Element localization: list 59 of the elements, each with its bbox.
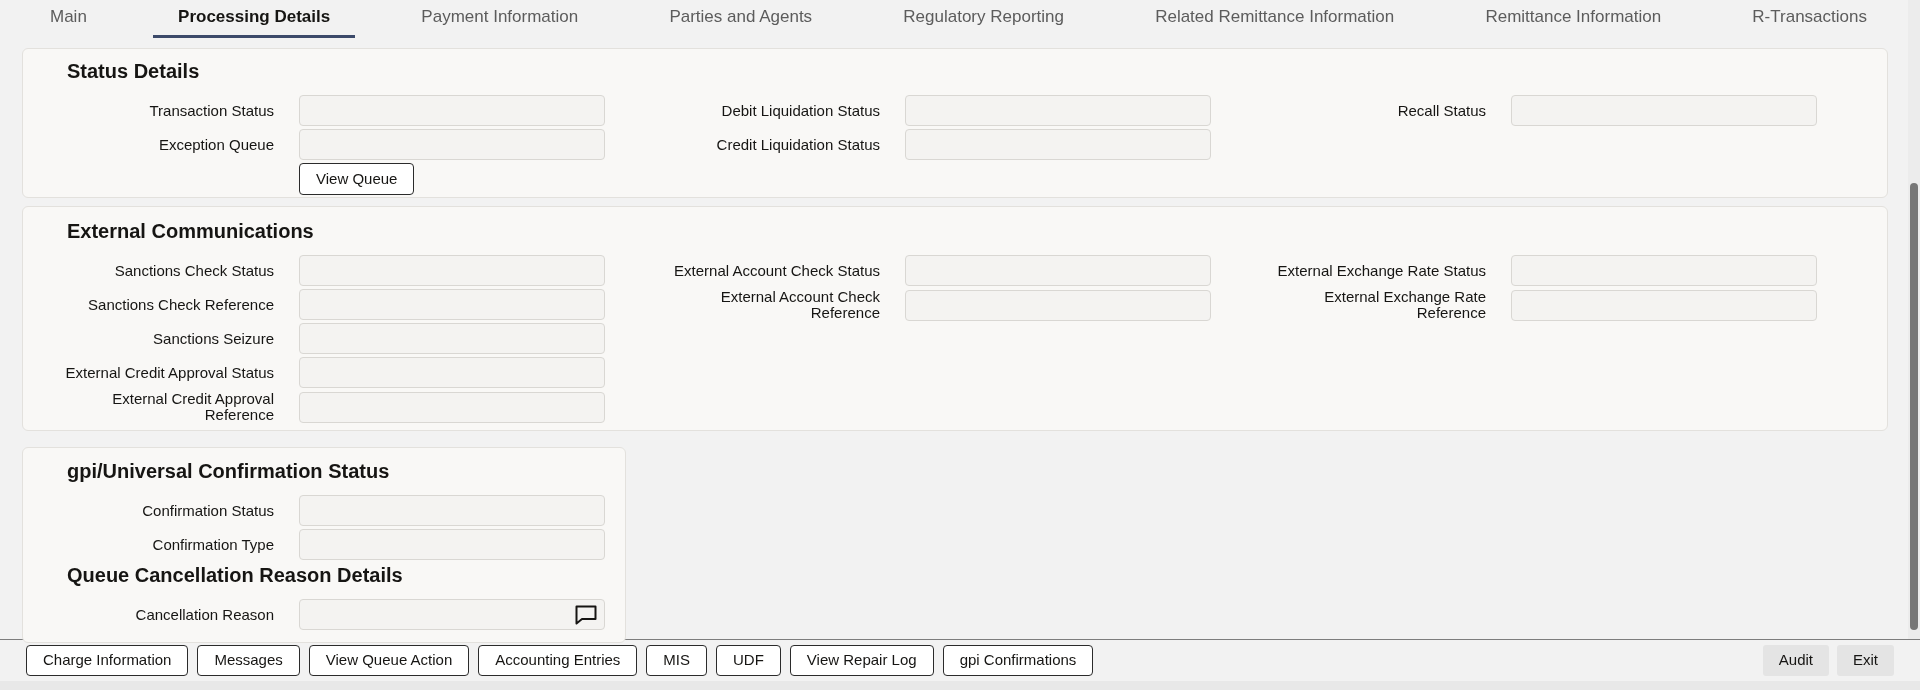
action-button[interactable]: View Queue Action — [308, 645, 470, 676]
field-label: Sanctions Check Status — [114, 262, 274, 279]
section-title: Status Details — [67, 59, 200, 84]
section-title: Queue Cancellation Reason Details — [67, 563, 403, 588]
window-button[interactable]: Exit — [1837, 645, 1894, 676]
field-label: Confirmation Type — [152, 536, 274, 553]
tab[interactable]: Processing Details — [153, 0, 356, 38]
action-button[interactable]: UDF — [716, 645, 781, 676]
field-label: External Exchange Rate Reference — [1323, 289, 1486, 321]
text-field[interactable] — [905, 289, 1211, 321]
text-field[interactable] — [1511, 289, 1817, 321]
action-button[interactable]: MIS — [646, 645, 707, 676]
field-label: Sanctions Seizure — [153, 330, 274, 347]
field-label: Transaction Status — [149, 102, 274, 119]
text-field[interactable] — [299, 391, 605, 423]
text-field[interactable] — [299, 129, 605, 160]
action-button[interactable]: Messages — [197, 645, 300, 676]
field-label: Debit Liquidation Status — [721, 102, 880, 119]
text-field[interactable] — [299, 289, 605, 320]
field-label: External Account Check Reference — [719, 289, 880, 321]
speech-bubble-icon[interactable] — [575, 604, 597, 625]
tab[interactable]: Main — [25, 0, 112, 38]
action-button[interactable]: View Queue — [299, 163, 415, 195]
field-label: Sanctions Check Reference — [88, 296, 274, 313]
action-button[interactable]: Accounting Entries — [478, 645, 638, 676]
action-button[interactable]: Charge Information — [26, 645, 189, 676]
scrollbar-thumb[interactable] — [1910, 183, 1918, 630]
text-field[interactable] — [905, 129, 1211, 160]
text-field[interactable] — [299, 495, 605, 526]
tab[interactable]: Regulatory Reporting — [878, 0, 1089, 38]
window-button[interactable]: Audit — [1762, 645, 1829, 676]
text-field[interactable] — [299, 95, 605, 126]
field-label: External Exchange Rate Status — [1277, 262, 1486, 279]
action-button[interactable]: gpi Confirmations — [942, 645, 1094, 676]
text-field[interactable] — [299, 529, 605, 560]
field-label: Exception Queue — [158, 136, 274, 153]
section-title: External Communications — [67, 219, 314, 244]
text-field[interactable] — [1511, 95, 1817, 126]
action-button[interactable]: View Repair Log — [789, 645, 934, 676]
text-field[interactable] — [299, 599, 605, 630]
field-label: Recall Status — [1397, 102, 1486, 119]
tab[interactable]: Payment Information — [396, 0, 604, 38]
field-label: External Credit Approval Status — [65, 364, 274, 381]
text-field[interactable] — [299, 357, 605, 388]
tab[interactable]: R-Transactions — [1727, 0, 1892, 38]
section-title: gpi/Universal Confirmation Status — [67, 459, 390, 484]
text-field[interactable] — [299, 323, 605, 354]
tab[interactable]: Remittance Information — [1460, 0, 1687, 38]
field-label: Credit Liquidation Status — [716, 136, 880, 153]
text-field[interactable] — [905, 255, 1211, 286]
field-label: Confirmation Status — [142, 502, 274, 519]
text-field[interactable] — [299, 255, 605, 286]
text-field[interactable] — [1511, 255, 1817, 286]
tab[interactable]: Related Remittance Information — [1130, 0, 1420, 38]
text-field[interactable] — [905, 95, 1211, 126]
field-label: Cancellation Reason — [135, 606, 274, 623]
tab[interactable]: Parties and Agents — [644, 0, 838, 38]
field-label: External Account Check Status — [674, 262, 880, 279]
field-label: External Credit Approval Reference — [111, 391, 274, 423]
